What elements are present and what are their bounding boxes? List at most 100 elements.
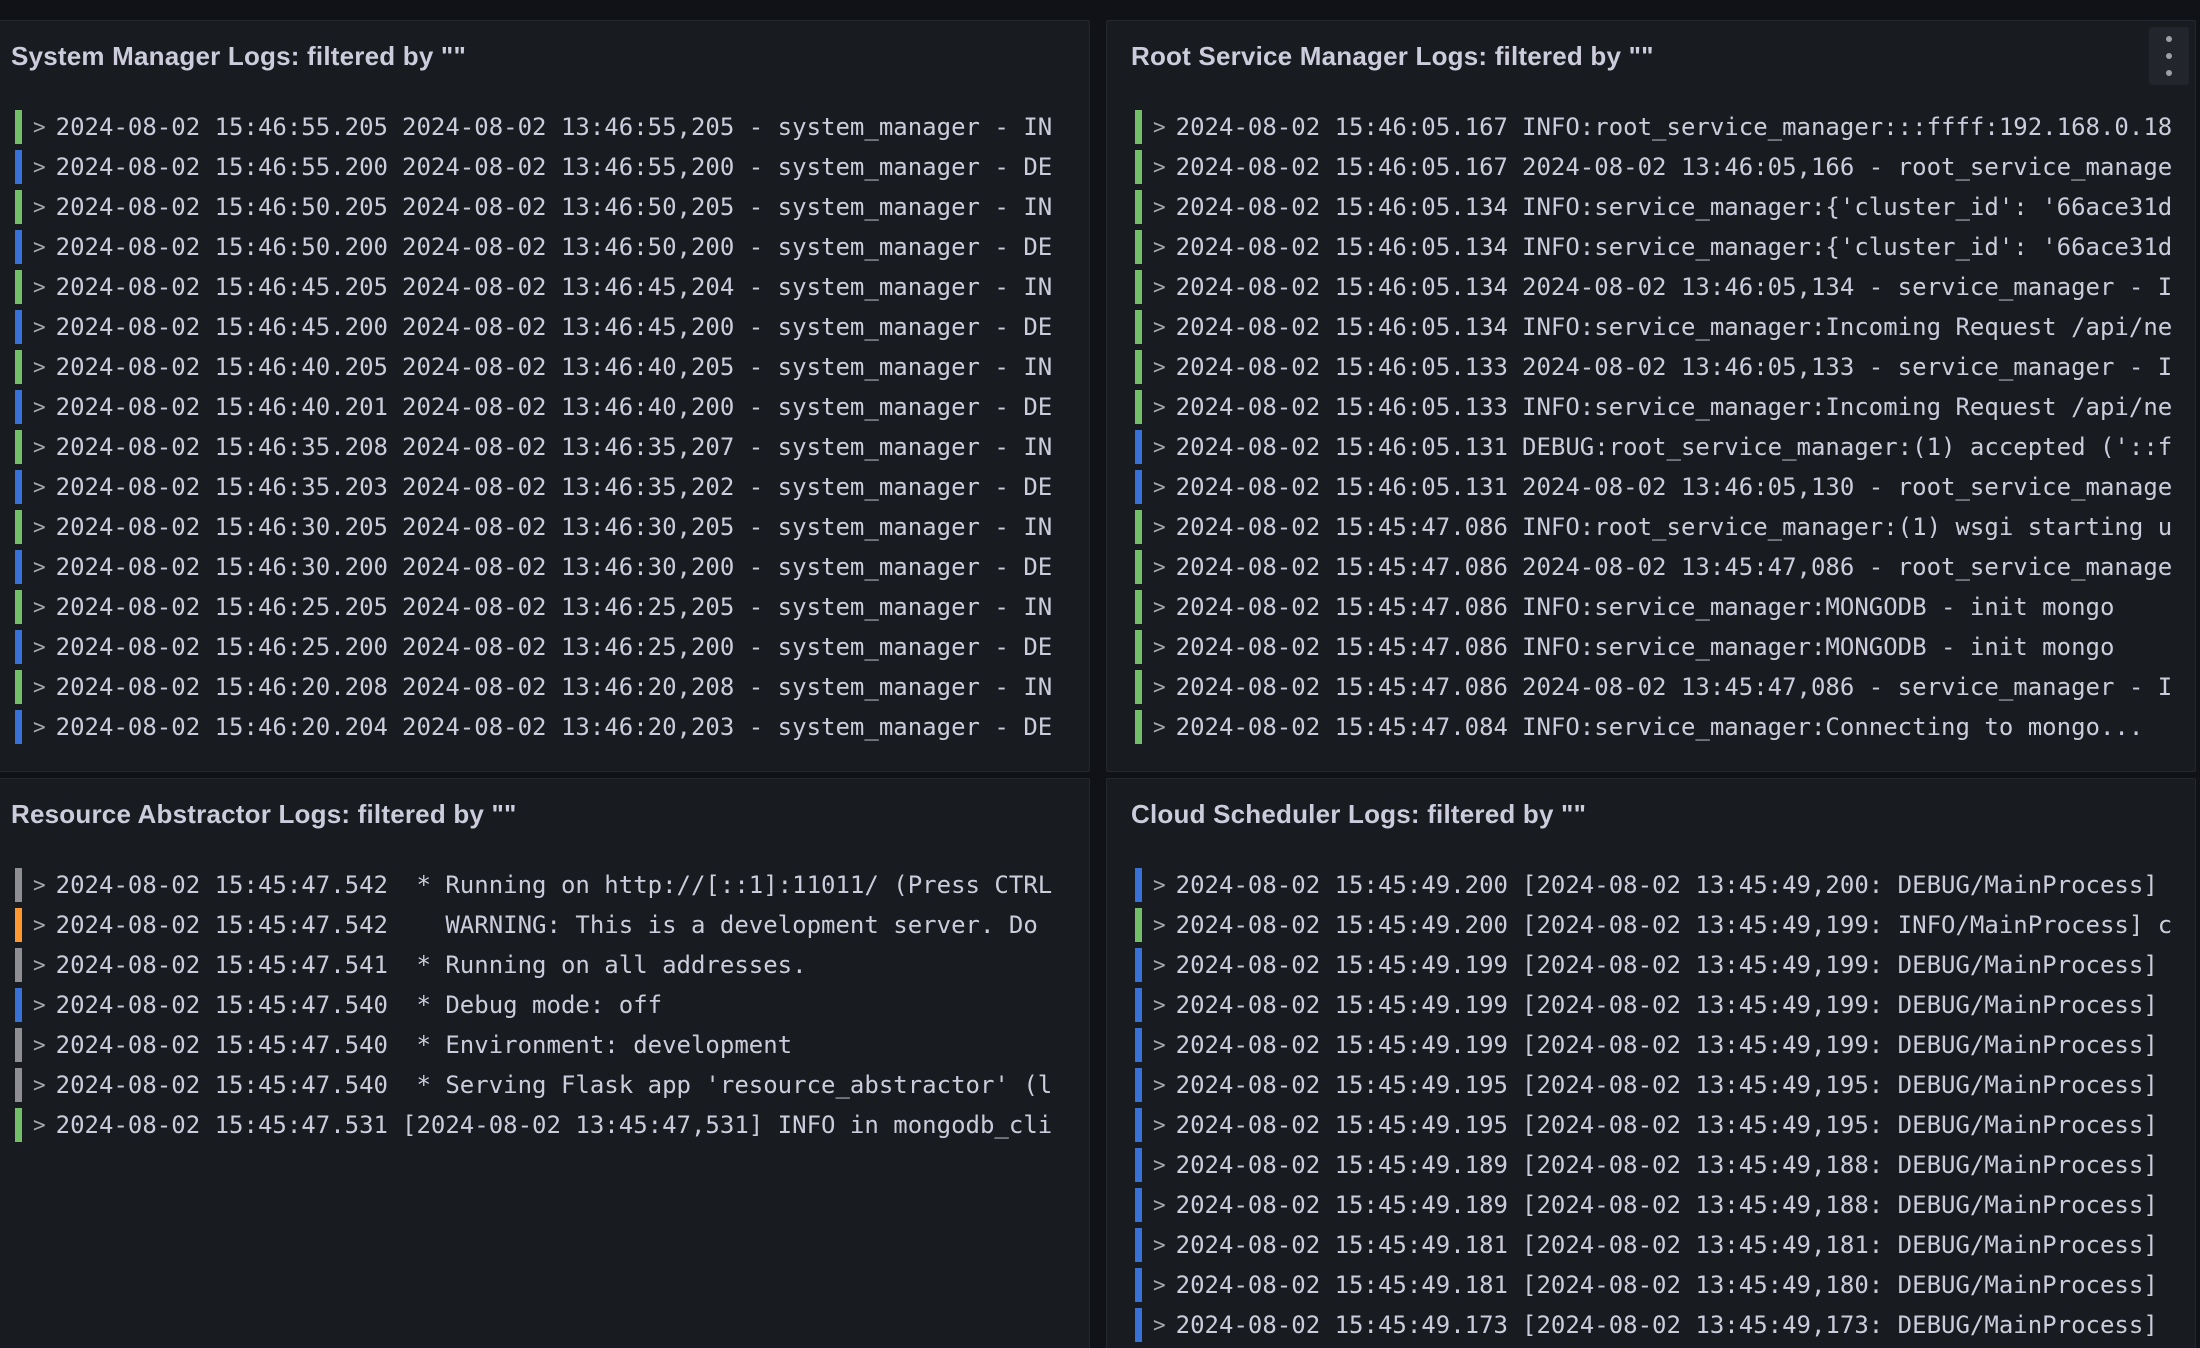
log-row[interactable]: > 2024-08-02 15:46:45.200 2024-08-02 13:…: [0, 307, 1089, 347]
expand-chevron-icon[interactable]: >: [33, 1115, 46, 1136]
log-row[interactable]: > 2024-08-02 15:46:30.205 2024-08-02 13:…: [0, 507, 1089, 547]
expand-chevron-icon[interactable]: >: [1153, 557, 1166, 578]
log-row[interactable]: > 2024-08-02 15:45:49.200 [2024-08-02 13…: [1107, 865, 2195, 905]
log-row[interactable]: > 2024-08-02 15:45:47.086 INFO:root_serv…: [1107, 507, 2195, 547]
log-row[interactable]: > 2024-08-02 15:45:47.542 * Running on h…: [0, 865, 1089, 905]
log-list[interactable]: > 2024-08-02 15:46:55.205 2024-08-02 13:…: [0, 107, 1089, 771]
expand-chevron-icon[interactable]: >: [1153, 317, 1166, 338]
log-row[interactable]: > 2024-08-02 15:45:47.086 INFO:service_m…: [1107, 627, 2195, 667]
expand-chevron-icon[interactable]: >: [1153, 357, 1166, 378]
expand-chevron-icon[interactable]: >: [1153, 1275, 1166, 1296]
log-row[interactable]: > 2024-08-02 15:46:05.131 2024-08-02 13:…: [1107, 467, 2195, 507]
expand-chevron-icon[interactable]: >: [33, 357, 46, 378]
expand-chevron-icon[interactable]: >: [33, 117, 46, 138]
log-row[interactable]: > 2024-08-02 15:45:47.086 2024-08-02 13:…: [1107, 547, 2195, 587]
log-row[interactable]: > 2024-08-02 15:45:49.181 [2024-08-02 13…: [1107, 1265, 2195, 1305]
expand-chevron-icon[interactable]: >: [1153, 517, 1166, 538]
expand-chevron-icon[interactable]: >: [1153, 397, 1166, 418]
expand-chevron-icon[interactable]: >: [1153, 1075, 1166, 1096]
log-row[interactable]: > 2024-08-02 15:46:40.201 2024-08-02 13:…: [0, 387, 1089, 427]
expand-chevron-icon[interactable]: >: [1153, 477, 1166, 498]
log-list[interactable]: > 2024-08-02 15:46:05.167 INFO:root_serv…: [1107, 107, 2195, 771]
log-row[interactable]: > 2024-08-02 15:46:30.200 2024-08-02 13:…: [0, 547, 1089, 587]
log-row[interactable]: > 2024-08-02 15:46:55.205 2024-08-02 13:…: [0, 107, 1089, 147]
expand-chevron-icon[interactable]: >: [1153, 157, 1166, 178]
log-row[interactable]: > 2024-08-02 15:45:49.199 [2024-08-02 13…: [1107, 985, 2195, 1025]
expand-chevron-icon[interactable]: >: [33, 477, 46, 498]
log-row[interactable]: > 2024-08-02 15:46:05.167 2024-08-02 13:…: [1107, 147, 2195, 187]
log-row[interactable]: > 2024-08-02 15:45:49.199 [2024-08-02 13…: [1107, 945, 2195, 985]
log-row[interactable]: > 2024-08-02 15:46:50.200 2024-08-02 13:…: [0, 227, 1089, 267]
expand-chevron-icon[interactable]: >: [33, 637, 46, 658]
log-row[interactable]: > 2024-08-02 15:45:49.173 [2024-08-02 13…: [1107, 1305, 2195, 1345]
expand-chevron-icon[interactable]: >: [33, 437, 46, 458]
log-row[interactable]: > 2024-08-02 15:45:49.181 [2024-08-02 13…: [1107, 1225, 2195, 1265]
log-row[interactable]: > 2024-08-02 15:46:05.134 INFO:service_m…: [1107, 187, 2195, 227]
log-row[interactable]: > 2024-08-02 15:46:05.134 INFO:service_m…: [1107, 227, 2195, 267]
log-row[interactable]: > 2024-08-02 15:46:05.133 INFO:service_m…: [1107, 387, 2195, 427]
panel-title[interactable]: System Manager Logs: filtered by "": [0, 21, 1089, 91]
log-row[interactable]: > 2024-08-02 15:45:47.086 INFO:service_m…: [1107, 587, 2195, 627]
expand-chevron-icon[interactable]: >: [33, 875, 46, 896]
log-row[interactable]: > 2024-08-02 15:46:05.134 2024-08-02 13:…: [1107, 267, 2195, 307]
expand-chevron-icon[interactable]: >: [1153, 717, 1166, 738]
expand-chevron-icon[interactable]: >: [33, 517, 46, 538]
log-row[interactable]: > 2024-08-02 15:46:40.205 2024-08-02 13:…: [0, 347, 1089, 387]
expand-chevron-icon[interactable]: >: [33, 157, 46, 178]
expand-chevron-icon[interactable]: >: [33, 717, 46, 738]
expand-chevron-icon[interactable]: >: [1153, 875, 1166, 896]
expand-chevron-icon[interactable]: >: [33, 237, 46, 258]
log-row[interactable]: > 2024-08-02 15:46:50.205 2024-08-02 13:…: [0, 187, 1089, 227]
expand-chevron-icon[interactable]: >: [1153, 437, 1166, 458]
log-row[interactable]: > 2024-08-02 15:45:47.531 [2024-08-02 13…: [0, 1105, 1089, 1145]
expand-chevron-icon[interactable]: >: [33, 317, 46, 338]
log-row[interactable]: > 2024-08-02 15:46:35.208 2024-08-02 13:…: [0, 427, 1089, 467]
expand-chevron-icon[interactable]: >: [33, 1035, 46, 1056]
log-row[interactable]: > 2024-08-02 15:45:49.189 [2024-08-02 13…: [1107, 1145, 2195, 1185]
log-row[interactable]: > 2024-08-02 15:45:47.542 WARNING: This …: [0, 905, 1089, 945]
log-row[interactable]: > 2024-08-02 15:45:49.195 [2024-08-02 13…: [1107, 1105, 2195, 1145]
log-row[interactable]: > 2024-08-02 15:45:47.541 * Running on a…: [0, 945, 1089, 985]
expand-chevron-icon[interactable]: >: [1153, 1315, 1166, 1336]
log-row[interactable]: > 2024-08-02 15:46:20.204 2024-08-02 13:…: [0, 707, 1089, 747]
expand-chevron-icon[interactable]: >: [33, 197, 46, 218]
log-row[interactable]: > 2024-08-02 15:45:49.195 [2024-08-02 13…: [1107, 1065, 2195, 1105]
expand-chevron-icon[interactable]: >: [1153, 1035, 1166, 1056]
log-row[interactable]: > 2024-08-02 15:45:49.199 [2024-08-02 13…: [1107, 1025, 2195, 1065]
expand-chevron-icon[interactable]: >: [33, 995, 46, 1016]
log-row[interactable]: > 2024-08-02 15:45:49.189 [2024-08-02 13…: [1107, 1185, 2195, 1225]
expand-chevron-icon[interactable]: >: [1153, 677, 1166, 698]
expand-chevron-icon[interactable]: >: [33, 597, 46, 618]
log-list[interactable]: > 2024-08-02 15:45:49.200 [2024-08-02 13…: [1107, 865, 2195, 1348]
expand-chevron-icon[interactable]: >: [33, 277, 46, 298]
log-row[interactable]: > 2024-08-02 15:46:55.200 2024-08-02 13:…: [0, 147, 1089, 187]
expand-chevron-icon[interactable]: >: [1153, 1115, 1166, 1136]
log-row[interactable]: > 2024-08-02 15:45:47.540 * Environment:…: [0, 1025, 1089, 1065]
log-row[interactable]: > 2024-08-02 15:46:05.134 INFO:service_m…: [1107, 307, 2195, 347]
log-row[interactable]: > 2024-08-02 15:46:05.131 DEBUG:root_ser…: [1107, 427, 2195, 467]
panel-title[interactable]: Root Service Manager Logs: filtered by "…: [1107, 21, 2195, 91]
log-row[interactable]: > 2024-08-02 15:46:45.205 2024-08-02 13:…: [0, 267, 1089, 307]
log-row[interactable]: > 2024-08-02 15:46:25.200 2024-08-02 13:…: [0, 627, 1089, 667]
log-row[interactable]: > 2024-08-02 15:45:49.200 [2024-08-02 13…: [1107, 905, 2195, 945]
log-row[interactable]: > 2024-08-02 15:45:47.086 2024-08-02 13:…: [1107, 667, 2195, 707]
log-row[interactable]: > 2024-08-02 15:46:05.167 INFO:root_serv…: [1107, 107, 2195, 147]
log-list[interactable]: > 2024-08-02 15:45:47.542 * Running on h…: [0, 865, 1089, 1348]
log-row[interactable]: > 2024-08-02 15:46:25.205 2024-08-02 13:…: [0, 587, 1089, 627]
log-row[interactable]: > 2024-08-02 15:45:47.084 INFO:service_m…: [1107, 707, 2195, 747]
panel-title[interactable]: Cloud Scheduler Logs: filtered by "": [1107, 779, 2195, 849]
expand-chevron-icon[interactable]: >: [33, 677, 46, 698]
expand-chevron-icon[interactable]: >: [1153, 117, 1166, 138]
expand-chevron-icon[interactable]: >: [33, 955, 46, 976]
expand-chevron-icon[interactable]: >: [1153, 955, 1166, 976]
expand-chevron-icon[interactable]: >: [1153, 915, 1166, 936]
log-row[interactable]: > 2024-08-02 15:46:20.208 2024-08-02 13:…: [0, 667, 1089, 707]
expand-chevron-icon[interactable]: >: [1153, 277, 1166, 298]
expand-chevron-icon[interactable]: >: [1153, 597, 1166, 618]
expand-chevron-icon[interactable]: >: [33, 557, 46, 578]
expand-chevron-icon[interactable]: >: [1153, 995, 1166, 1016]
expand-chevron-icon[interactable]: >: [33, 915, 46, 936]
expand-chevron-icon[interactable]: >: [1153, 197, 1166, 218]
expand-chevron-icon[interactable]: >: [1153, 637, 1166, 658]
expand-chevron-icon[interactable]: >: [1153, 237, 1166, 258]
